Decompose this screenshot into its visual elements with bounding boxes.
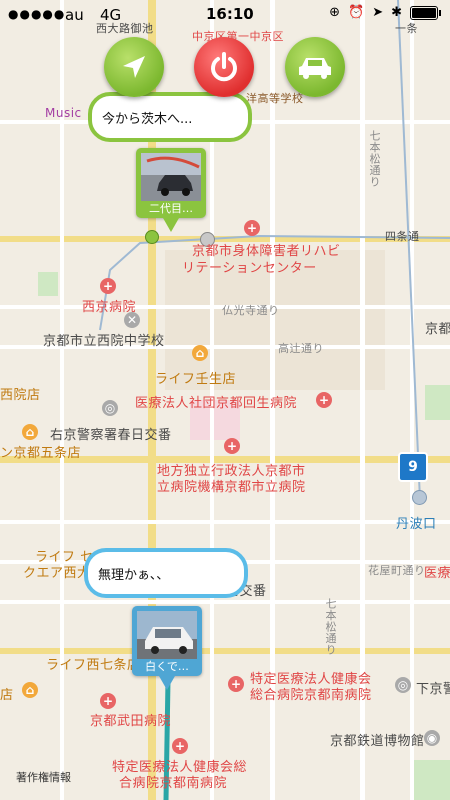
hospital-icon[interactable]: +: [224, 438, 240, 454]
power-button[interactable]: [194, 37, 254, 97]
map-label: 京都市立西院中学校: [43, 334, 165, 349]
police-icon[interactable]: ◎: [102, 400, 118, 416]
location-services-icon: ➤: [372, 5, 384, 20]
carrier-name: au: [65, 6, 84, 24]
shop-icon[interactable]: ⌂: [22, 424, 38, 440]
map-label: 七本松通り: [368, 130, 381, 188]
map-label: 西院店: [0, 388, 41, 403]
school-icon[interactable]: ✕: [124, 312, 140, 328]
map-label: 京都武田病院: [90, 714, 172, 729]
museum-icon[interactable]: ◉: [424, 730, 440, 746]
map-label: ライフ西七条店: [46, 658, 141, 673]
signal-strength-icon: ●●●●●: [8, 7, 66, 21]
map-label: 下京警: [416, 682, 450, 697]
map-label: 店: [0, 688, 14, 703]
map-label: 丹波口: [396, 517, 437, 532]
copyright-link[interactable]: 著作権情報: [16, 769, 71, 785]
rotation-lock-icon: ⊕: [329, 5, 340, 20]
map-label: 七本松通り: [324, 598, 337, 656]
hospital-icon[interactable]: +: [172, 738, 188, 754]
battery-icon: [410, 5, 441, 20]
location-dot[interactable]: [145, 230, 159, 244]
bubble-text: 無理かぁ、、: [98, 567, 170, 583]
map-label: 高辻通り: [278, 342, 324, 355]
map-label: 総合病院京都南病院: [250, 688, 372, 703]
navigate-arrow-icon: [123, 56, 145, 78]
marker-caption: 二代目…: [149, 202, 193, 215]
map-label: 立病院機構京都市立病院: [157, 480, 306, 495]
map-label: ライフ壬生店: [155, 372, 237, 387]
power-icon: [211, 52, 237, 82]
police-icon[interactable]: ◎: [395, 677, 411, 693]
shop-icon[interactable]: ⌂: [192, 345, 208, 361]
car-button[interactable]: [285, 37, 345, 97]
map-label: リテーションセンター: [182, 261, 317, 276]
bluetooth-icon: ✱: [391, 5, 402, 20]
rail-line-east: [397, 0, 421, 501]
hospital-icon[interactable]: +: [228, 676, 244, 692]
hospital-icon[interactable]: +: [316, 392, 332, 408]
hospital-icon[interactable]: +: [244, 220, 260, 236]
car-photo: [141, 153, 201, 201]
map-label: 合病院京都南病院: [119, 776, 228, 791]
map-label: 四条通: [385, 230, 420, 243]
route-number: 9: [408, 459, 418, 475]
network-type: 4G: [100, 6, 122, 24]
map-label: 医療: [424, 566, 450, 581]
shop-icon[interactable]: ⌂: [22, 682, 38, 698]
map-label: クエア西大: [23, 566, 91, 581]
map-label: Music: [45, 106, 82, 120]
marker-pointer: [163, 218, 179, 232]
marker-pointer: [159, 676, 175, 690]
map-label: 京都: [425, 322, 450, 337]
alarm-icon: ⏰: [348, 5, 365, 20]
photo-marker-bottom[interactable]: 白くで…: [132, 606, 202, 690]
status-time: 16:10: [206, 5, 254, 23]
station-marker[interactable]: [412, 490, 427, 505]
map-label: 京都鉄道博物館: [330, 734, 425, 749]
hospital-icon[interactable]: +: [100, 693, 116, 709]
route-9-sign: 9: [398, 452, 428, 482]
photo-marker-top[interactable]: 二代目…: [136, 148, 206, 232]
map-label: 仏光寺通り: [222, 304, 280, 317]
map-label: 医療法人社団京都回生病院: [135, 396, 298, 411]
map-label: 花屋町通り: [368, 564, 426, 577]
marker-caption: 白くで…: [145, 660, 189, 673]
map-label: 右京警察署春日交番: [50, 428, 172, 443]
message-bubble-top[interactable]: 今から茨木へ...: [88, 92, 252, 142]
message-bubble-bottom[interactable]: 無理かぁ、、: [84, 548, 248, 598]
car-photo: [137, 611, 197, 659]
bubble-text: 今から茨木へ...: [102, 111, 193, 127]
status-icons: ⊕ ⏰ ➤ ✱: [329, 5, 441, 20]
navigate-button[interactable]: [104, 37, 164, 97]
map-label: ン京都五条店: [0, 446, 82, 461]
map-label: 洋高等学校: [246, 92, 304, 105]
status-bar: ●●●●● au 4G 16:10 ⊕ ⏰ ➤ ✱: [0, 0, 450, 30]
hospital-icon[interactable]: +: [100, 278, 116, 294]
car-icon: [299, 58, 331, 79]
